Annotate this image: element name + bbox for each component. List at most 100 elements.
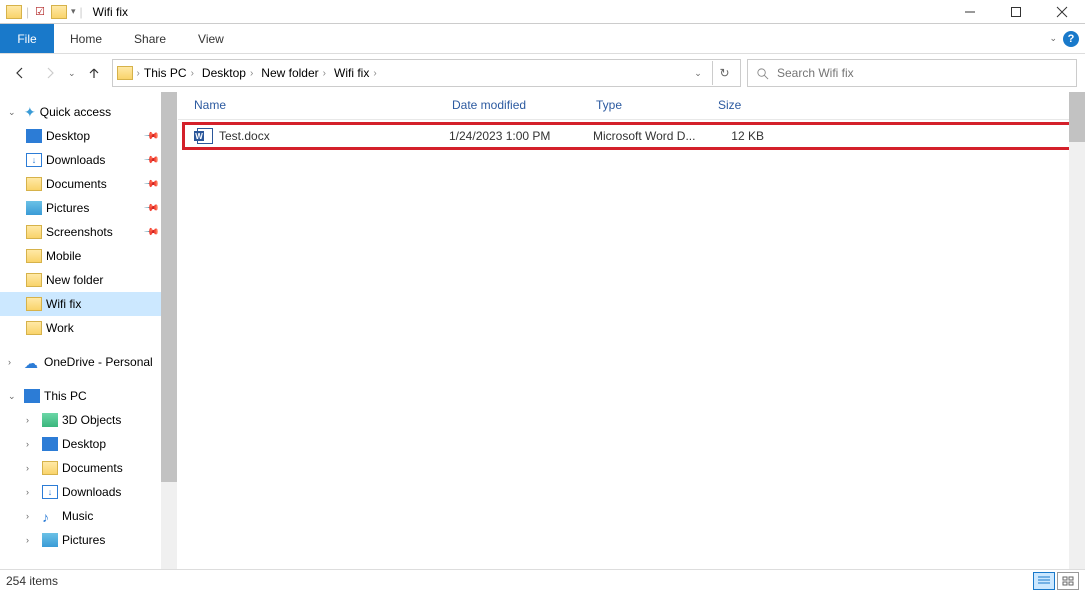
documents-icon xyxy=(26,177,42,191)
tree-wifi-fix[interactable]: Wifi fix xyxy=(0,292,177,316)
scrollbar-thumb[interactable] xyxy=(161,92,177,482)
tab-home[interactable]: Home xyxy=(54,24,118,53)
pin-icon: 📌 xyxy=(142,176,159,193)
chevron-down-icon[interactable]: ⌄ xyxy=(8,107,20,118)
file-row[interactable]: Test.docx 1/24/2023 1:00 PM Microsoft Wo… xyxy=(185,125,1078,147)
chevron-right-icon[interactable]: › xyxy=(26,535,38,545)
column-type[interactable]: Type xyxy=(588,92,710,119)
tree-pc-pictures[interactable]: ›Pictures xyxy=(0,528,177,552)
scrollbar-thumb[interactable] xyxy=(1069,92,1085,142)
pin-icon: 📌 xyxy=(142,152,159,169)
tree-new-folder[interactable]: New folder xyxy=(0,268,177,292)
folder-icon xyxy=(26,321,42,335)
tree-desktop[interactable]: Desktop📌 xyxy=(0,124,177,148)
back-button[interactable] xyxy=(8,61,32,85)
chevron-down-icon[interactable]: ⌄ xyxy=(8,391,20,402)
refresh-button[interactable]: ↻ xyxy=(712,61,736,85)
downloads-icon: ↓ xyxy=(42,485,58,499)
breadcrumb-item[interactable]: New folder› xyxy=(257,66,330,80)
3d-objects-icon xyxy=(42,413,58,427)
pin-icon: 📌 xyxy=(142,128,159,145)
folder-icon xyxy=(6,5,22,19)
folder-icon xyxy=(26,297,42,311)
divider: | xyxy=(80,5,83,19)
content-scrollbar[interactable] xyxy=(1069,92,1085,569)
new-folder-icon[interactable] xyxy=(51,5,67,19)
column-date[interactable]: Date modified xyxy=(444,92,588,119)
forward-button[interactable] xyxy=(38,61,62,85)
minimize-button[interactable] xyxy=(947,0,993,24)
chevron-right-icon[interactable]: › xyxy=(26,487,38,497)
folder-icon xyxy=(26,225,42,239)
tree-screenshots[interactable]: Screenshots📌 xyxy=(0,220,177,244)
title-bar: | ☑ ▾ | Wifi fix xyxy=(0,0,1085,24)
recent-dropdown-icon[interactable]: ⌄ xyxy=(68,68,76,79)
tree-documents[interactable]: Documents📌 xyxy=(0,172,177,196)
tab-view[interactable]: View xyxy=(182,24,240,53)
folder-icon xyxy=(26,249,42,263)
chevron-right-icon[interactable]: › xyxy=(8,357,20,367)
chevron-right-icon[interactable]: › xyxy=(26,511,38,521)
downloads-icon: ↓ xyxy=(26,153,42,167)
file-name: Test.docx xyxy=(219,129,270,143)
tree-this-pc[interactable]: ⌄This PC xyxy=(0,384,177,408)
breadcrumb-item[interactable]: Wifi fix› xyxy=(330,66,381,80)
ribbon-expand-icon[interactable]: ⌄ xyxy=(1049,33,1057,44)
tab-share[interactable]: Share xyxy=(118,24,182,53)
details-view-button[interactable] xyxy=(1033,572,1055,590)
chevron-right-icon[interactable]: › xyxy=(26,439,38,449)
ribbon: File Home Share View ⌄ ? xyxy=(0,24,1085,54)
search-icon xyxy=(756,67,769,80)
address-dropdown-icon[interactable]: ⌄ xyxy=(686,61,710,85)
up-button[interactable] xyxy=(82,61,106,85)
properties-icon[interactable]: ☑ xyxy=(33,5,47,18)
column-name[interactable]: Name xyxy=(186,92,444,119)
column-size[interactable]: Size xyxy=(710,92,782,119)
tree-pc-music[interactable]: ›♪Music xyxy=(0,504,177,528)
tree-downloads[interactable]: ↓Downloads📌 xyxy=(0,148,177,172)
breadcrumb-item[interactable]: Desktop› xyxy=(198,66,257,80)
help-icon[interactable]: ? xyxy=(1063,31,1079,47)
large-icons-view-button[interactable] xyxy=(1057,572,1079,590)
item-count: 254 items xyxy=(6,574,58,588)
search-input[interactable] xyxy=(777,66,1068,80)
tree-onedrive[interactable]: ›☁OneDrive - Personal xyxy=(0,350,177,374)
breadcrumb-item[interactable]: This PC› xyxy=(140,66,198,80)
desktop-icon xyxy=(26,129,42,143)
maximize-button[interactable] xyxy=(993,0,1039,24)
folder-icon xyxy=(117,66,133,80)
tree-pictures[interactable]: Pictures📌 xyxy=(0,196,177,220)
pc-icon xyxy=(24,389,40,403)
navigation-pane: ⌄ ✦ Quick access Desktop📌 ↓Downloads📌 Do… xyxy=(0,92,178,569)
divider: | xyxy=(26,5,29,19)
chevron-right-icon[interactable]: › xyxy=(26,463,38,473)
pin-icon: 📌 xyxy=(142,224,159,241)
tree-pc-downloads[interactable]: ›↓Downloads xyxy=(0,480,177,504)
documents-icon xyxy=(42,461,58,475)
tree-pc-desktop[interactable]: ›Desktop xyxy=(0,432,177,456)
quick-access-icon: ✦ xyxy=(24,104,36,121)
column-headers: Name Date modified Type Size xyxy=(178,92,1085,120)
close-button[interactable] xyxy=(1039,0,1085,24)
cloud-icon: ☁ xyxy=(24,355,40,369)
navpane-scrollbar[interactable] xyxy=(161,92,177,569)
address-bar[interactable]: › This PC› Desktop› New folder› Wifi fix… xyxy=(112,59,741,87)
file-size: 12 KB xyxy=(707,129,772,143)
file-date: 1/24/2023 1:00 PM xyxy=(441,129,585,143)
music-icon: ♪ xyxy=(42,509,58,523)
tree-pc-documents[interactable]: ›Documents xyxy=(0,456,177,480)
quick-access-toolbar: | ☑ ▾ | xyxy=(0,5,83,19)
desktop-icon xyxy=(42,437,58,451)
folder-icon xyxy=(26,273,42,287)
pictures-icon xyxy=(42,533,58,547)
tree-3d-objects[interactable]: ›3D Objects xyxy=(0,408,177,432)
tab-file[interactable]: File xyxy=(0,24,54,53)
tree-mobile[interactable]: Mobile xyxy=(0,244,177,268)
tree-quick-access[interactable]: ⌄ ✦ Quick access xyxy=(0,100,177,124)
tree-work[interactable]: Work xyxy=(0,316,177,340)
status-bar: 254 items xyxy=(0,569,1085,591)
qat-dropdown-icon[interactable]: ▾ xyxy=(71,6,76,17)
search-box[interactable] xyxy=(747,59,1077,87)
pictures-icon xyxy=(26,201,42,215)
chevron-right-icon[interactable]: › xyxy=(26,415,38,425)
